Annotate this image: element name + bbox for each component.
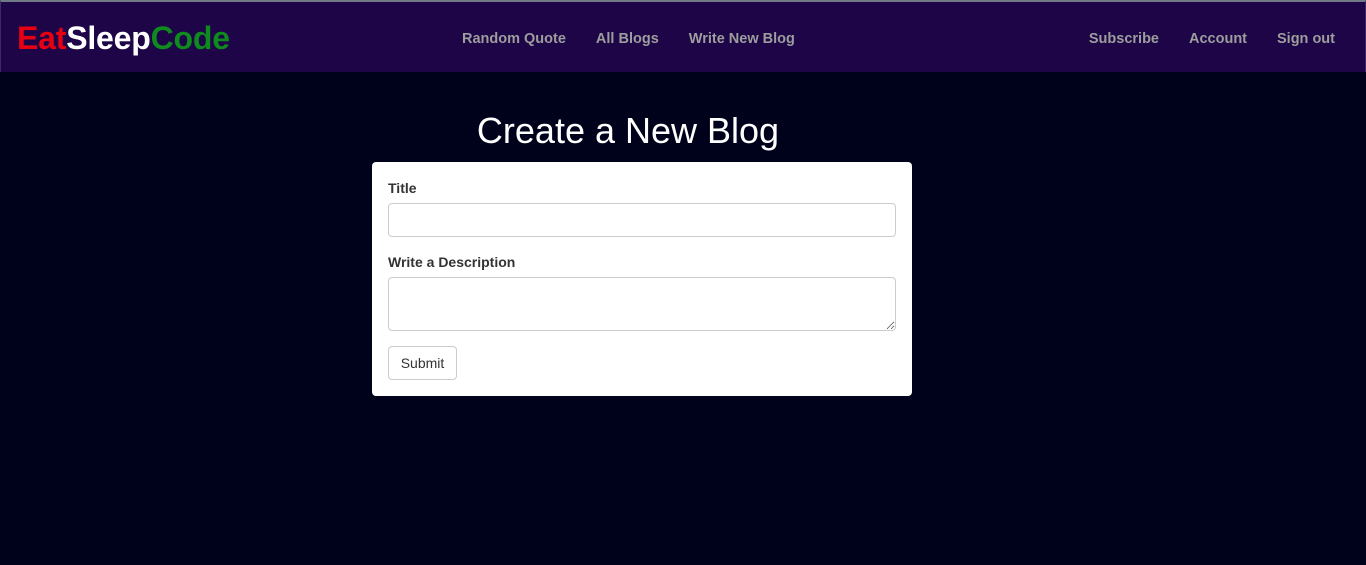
nav-subscribe[interactable]: Subscribe — [1089, 29, 1159, 49]
main-nav: Random Quote All Blogs Write New Blog — [462, 29, 795, 49]
brand-code-text: Code — [150, 20, 230, 56]
brand-sleep-text: Sleep — [66, 20, 151, 56]
submit-button[interactable]: Submit — [388, 346, 457, 380]
title-input[interactable] — [388, 203, 896, 237]
nav-account[interactable]: Account — [1189, 29, 1247, 49]
brand-logo-link[interactable]: EatSleepCode — [17, 18, 230, 58]
top-navbar: EatSleepCode Random Quote All Blogs Writ… — [0, 0, 1366, 72]
title-label: Title — [388, 180, 417, 196]
nav-random-quote[interactable]: Random Quote — [462, 29, 566, 49]
page-title: Create a New Blog — [476, 110, 780, 151]
new-blog-form: Title Write a Description Submit — [372, 162, 912, 396]
description-textarea[interactable] — [388, 277, 896, 331]
nav-sign-out[interactable]: Sign out — [1277, 29, 1335, 49]
description-label: Write a Description — [388, 254, 516, 270]
nav-write-new-blog[interactable]: Write New Blog — [689, 29, 795, 49]
brand-eat-text: Eat — [17, 20, 67, 56]
nav-all-blogs[interactable]: All Blogs — [596, 29, 659, 49]
account-nav: Subscribe Account Sign out — [1089, 29, 1335, 49]
